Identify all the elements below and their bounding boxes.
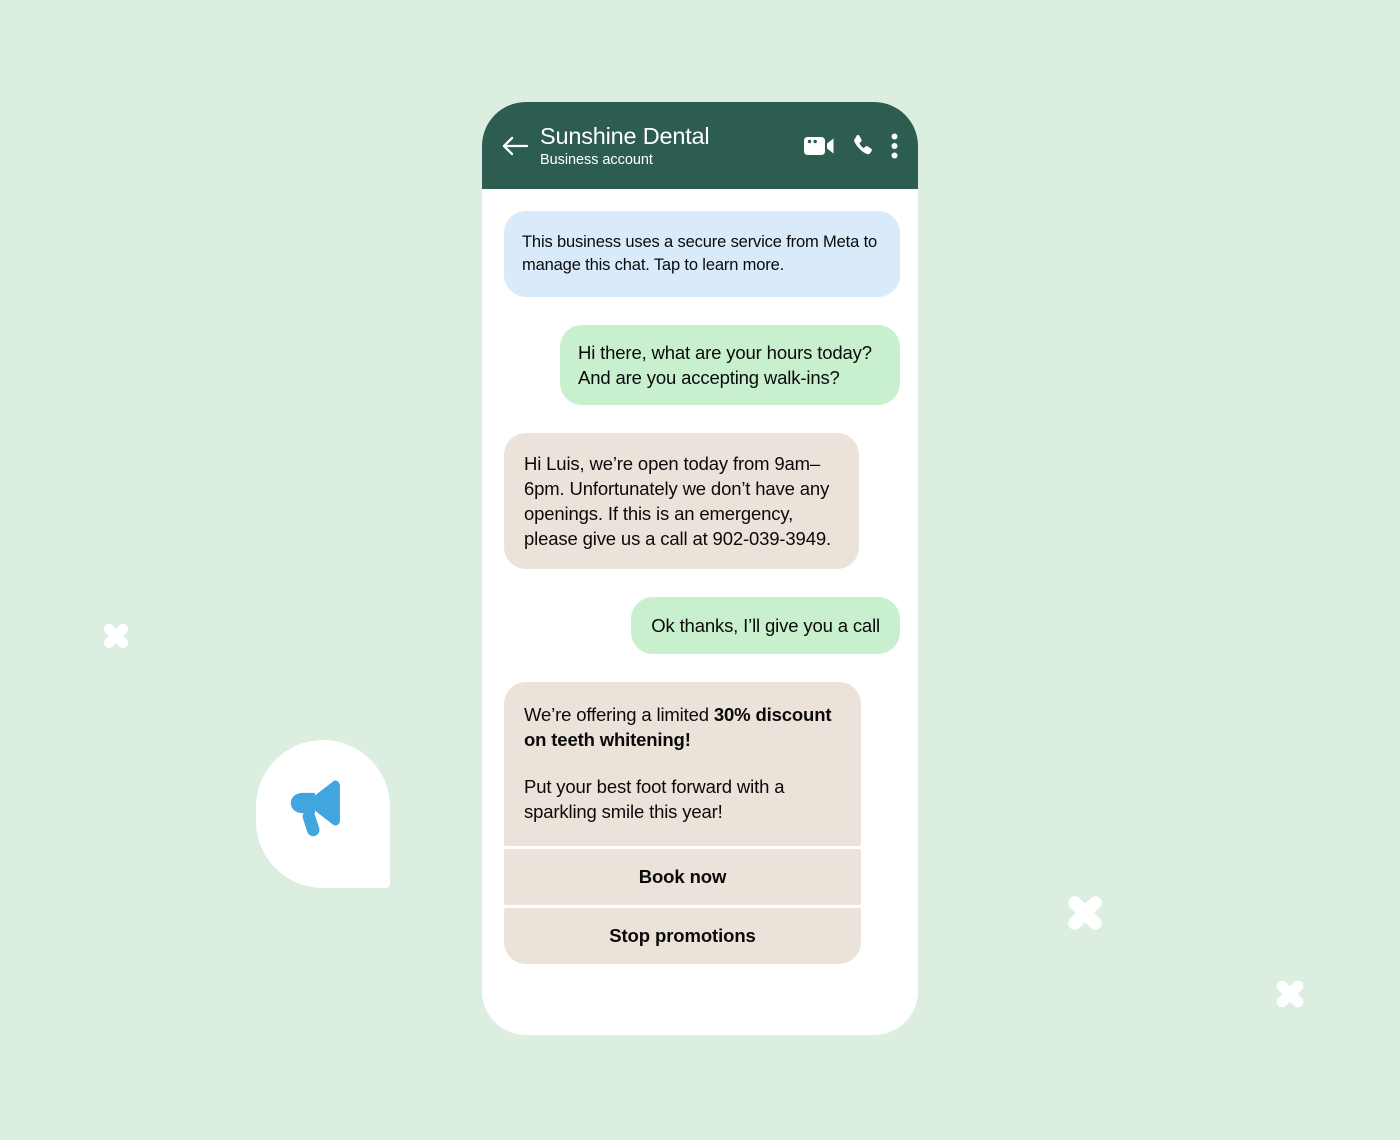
message-row-business-reply: Hi Luis, we’re open today from 9am–6pm. … (504, 405, 900, 569)
promotion-card-body: We’re offering a limited 30% discount on… (504, 682, 861, 846)
message-row-system: This business uses a secure service from… (504, 211, 900, 297)
x-mark-left-decoration (96, 616, 136, 656)
x-mark-stroke (1274, 978, 1306, 1010)
message-row-user-question: Hi there, what are your hours today? And… (504, 297, 900, 405)
x-mark-stroke (1065, 893, 1105, 933)
header-actions (804, 133, 900, 159)
user-message-bubble: Ok thanks, I’ll give you a call (631, 597, 900, 654)
x-mark-right-upper-decoration (1058, 886, 1112, 940)
phone-icon[interactable] (850, 133, 875, 158)
stop-promotions-button[interactable]: Stop promotions (504, 908, 861, 964)
x-mark-stroke (1065, 893, 1105, 933)
x-mark-stroke (101, 621, 131, 651)
book-now-button[interactable]: Book now (504, 849, 861, 905)
x-mark-stroke (101, 621, 131, 651)
x-mark-right-lower-decoration (1268, 972, 1312, 1016)
system-notice-bubble[interactable]: This business uses a secure service from… (504, 211, 900, 297)
user-message-bubble: Hi there, what are your hours today? And… (560, 325, 900, 405)
x-mark-stroke (1274, 978, 1306, 1010)
back-arrow-icon[interactable] (498, 129, 532, 163)
message-row-promo: We’re offering a limited 30% discount on… (504, 654, 900, 964)
business-message-bubble: Hi Luis, we’re open today from 9am–6pm. … (504, 433, 859, 569)
header-title-block: Sunshine Dental Business account (540, 122, 804, 169)
more-vertical-icon[interactable] (891, 133, 898, 159)
megaphone-icon (285, 775, 361, 854)
message-row-user-ack: Ok thanks, I’ll give you a call (504, 569, 900, 654)
chat-header: Sunshine Dental Business account (482, 102, 918, 189)
video-camera-icon[interactable] (804, 135, 834, 157)
page-title: Sunshine Dental (540, 123, 710, 149)
header-subtitle: Business account (540, 152, 653, 168)
phone-mockup: Sunshine Dental Business account This bu… (482, 102, 918, 1035)
message-list[interactable]: This business uses a secure service from… (482, 189, 918, 1035)
megaphone-speech-bubble-decoration (256, 740, 390, 888)
promotion-subtext: Put your best foot forward with a sparkl… (524, 776, 785, 822)
promotion-card: We’re offering a limited 30% discount on… (504, 682, 861, 964)
promotion-headline-lead: We’re offering a limited (524, 704, 714, 725)
promotion-headline: We’re offering a limited 30% discount on… (524, 702, 841, 752)
